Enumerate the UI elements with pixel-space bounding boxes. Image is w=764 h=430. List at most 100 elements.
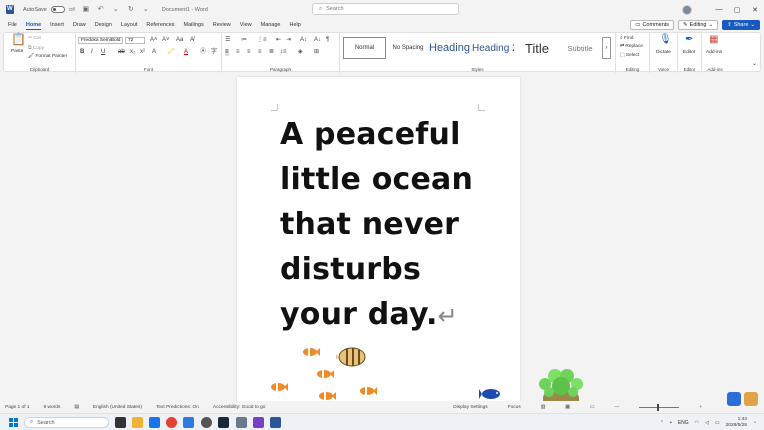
- italic-icon[interactable]: I: [91, 49, 93, 56]
- volume-icon[interactable]: ◁: [705, 420, 709, 426]
- underline-icon[interactable]: U: [101, 49, 105, 56]
- document-page[interactable]: A peaceful little ocean that never distu…: [237, 77, 520, 401]
- replace-button[interactable]: ⇄ Replace: [620, 44, 643, 49]
- taskbar-search[interactable]: ⌕ Search: [24, 417, 109, 428]
- tab-manage[interactable]: Manage: [261, 22, 281, 28]
- tab-review[interactable]: Review: [213, 22, 231, 28]
- redo-icon[interactable]: ↻: [127, 6, 135, 14]
- bold-icon[interactable]: B: [80, 49, 84, 56]
- font-color-icon[interactable]: A: [184, 49, 188, 56]
- web-layout-icon[interactable]: ▭: [590, 405, 595, 410]
- app-icon[interactable]: [236, 417, 247, 428]
- clock[interactable]: 1:44 2026/5/29: [726, 417, 747, 429]
- tab-insert[interactable]: Insert: [50, 22, 64, 28]
- tab-layout[interactable]: Layout: [121, 22, 138, 28]
- battery-icon[interactable]: ▭: [715, 420, 720, 426]
- customize-toolbar-icon[interactable]: ⌄: [142, 6, 150, 14]
- focus-button[interactable]: Focus: [508, 405, 521, 410]
- floating-app-icon[interactable]: [727, 392, 741, 406]
- tab-design[interactable]: Design: [95, 22, 112, 28]
- copilot-icon[interactable]: [183, 417, 194, 428]
- chevron-up-icon[interactable]: ⌃: [660, 420, 664, 426]
- print-layout-icon[interactable]: ▦: [565, 405, 570, 410]
- accessibility-status[interactable]: Accessibility: Good to go: [213, 405, 266, 410]
- paste-icon[interactable]: 📋: [11, 33, 26, 45]
- align-center-icon[interactable]: ≡: [236, 49, 240, 56]
- floating-settings-icon[interactable]: [744, 392, 758, 406]
- font-family-select[interactable]: Fredoka SemiBold: [78, 37, 123, 44]
- style-subtitle[interactable]: Subtitle: [560, 37, 600, 59]
- style-heading-2[interactable]: Heading 2: [472, 37, 514, 59]
- justify-icon[interactable]: ≡: [258, 49, 262, 56]
- shrink-font-icon[interactable]: A˅: [162, 37, 170, 44]
- addins-button[interactable]: Add-ins: [706, 50, 722, 55]
- style-normal[interactable]: Normal: [343, 37, 386, 59]
- increase-indent-icon[interactable]: ⇥: [286, 37, 291, 44]
- tab-draw[interactable]: Draw: [73, 22, 86, 28]
- app-icon[interactable]: [201, 417, 212, 428]
- close-icon[interactable]: ✕: [746, 6, 764, 14]
- windows-start-icon[interactable]: [9, 418, 18, 427]
- font-size-select[interactable]: 72: [125, 37, 145, 44]
- wifi-icon[interactable]: ◠: [695, 420, 699, 426]
- sort-icon[interactable]: A↓: [314, 37, 321, 44]
- proofing-icon[interactable]: ▤: [74, 405, 79, 410]
- enclose-characters-icon[interactable]: 字: [211, 49, 217, 56]
- asian-layout-icon[interactable]: A↕: [300, 37, 307, 44]
- zoom-slider[interactable]: [639, 403, 680, 411]
- tab-home[interactable]: Home: [25, 22, 42, 30]
- page-count[interactable]: Page 1 of 1: [5, 405, 30, 410]
- multilevel-list-icon[interactable]: ⋮≡: [257, 37, 267, 44]
- paste-button[interactable]: Paste: [11, 49, 23, 54]
- read-mode-icon[interactable]: ▥: [541, 405, 546, 410]
- avatar[interactable]: [682, 4, 692, 15]
- change-case-icon[interactable]: Aa: [176, 37, 183, 44]
- chrome-icon[interactable]: [166, 417, 177, 428]
- align-left-icon[interactable]: ≡: [225, 49, 229, 56]
- tab-file[interactable]: File: [8, 22, 17, 28]
- language-status[interactable]: English (United States): [93, 405, 142, 410]
- minimize-icon[interactable]: —: [710, 6, 728, 13]
- zoom-out-icon[interactable]: —: [614, 405, 619, 410]
- zoom-in-icon[interactable]: +: [699, 405, 702, 410]
- microphone-icon[interactable]: 🎙: [659, 35, 672, 45]
- document-body[interactable]: A peaceful little ocean that never distu…: [280, 112, 510, 339]
- select-button[interactable]: ⬚ Select: [620, 53, 639, 58]
- style-no-spacing[interactable]: No Spacing: [388, 37, 428, 59]
- editor-button[interactable]: Editor: [683, 50, 696, 55]
- edge-icon[interactable]: [149, 417, 160, 428]
- find-button[interactable]: ⌕ Find: [620, 35, 633, 41]
- steam-icon[interactable]: [218, 417, 229, 428]
- superscript-icon[interactable]: x²: [140, 49, 145, 56]
- tab-references[interactable]: References: [146, 22, 174, 28]
- decrease-indent-icon[interactable]: ⇤: [276, 37, 281, 44]
- subscript-icon[interactable]: x₂: [130, 49, 135, 56]
- tab-view[interactable]: View: [240, 22, 252, 28]
- word-count[interactable]: 9 words: [44, 405, 61, 410]
- autosave-toggle[interactable]: [50, 6, 65, 13]
- highlight-color-icon[interactable]: 🖍: [167, 49, 175, 56]
- ribbon-collapse-icon[interactable]: ⌄: [752, 61, 757, 68]
- dictate-button[interactable]: Dictate: [656, 50, 671, 55]
- tray-app-icon[interactable]: ▪: [670, 420, 672, 426]
- text-predictions-status[interactable]: Text Predictions: On: [156, 405, 199, 410]
- notification-icon[interactable]: ◔: [753, 420, 756, 426]
- search-input[interactable]: ⌕ Search: [312, 3, 459, 15]
- borders-icon[interactable]: ⊞: [314, 49, 319, 56]
- chevron-down-icon[interactable]: ⌄: [112, 6, 120, 14]
- explorer-icon[interactable]: [132, 417, 143, 428]
- copy-button[interactable]: ⧉ Copy: [28, 45, 44, 51]
- onenote-icon[interactable]: [253, 417, 264, 428]
- task-view-icon[interactable]: [115, 417, 126, 428]
- style-heading-1[interactable]: Heading 1: [429, 37, 471, 59]
- character-border-icon[interactable]: Ⓐ: [200, 49, 206, 56]
- format-painter-button[interactable]: 🖌 Format Painter: [28, 54, 67, 59]
- line-spacing-icon[interactable]: ↕≡: [280, 49, 287, 56]
- autosave[interactable]: AutoSave Off: [23, 6, 75, 13]
- grow-font-icon[interactable]: A˄: [150, 37, 158, 44]
- distributed-icon[interactable]: ≣: [269, 49, 274, 56]
- shading-icon[interactable]: ◈: [298, 49, 303, 56]
- undo-icon[interactable]: ↶: [97, 6, 105, 14]
- addins-grid-icon[interactable]: ▦: [709, 35, 718, 45]
- show-marks-icon[interactable]: ¶: [326, 37, 329, 44]
